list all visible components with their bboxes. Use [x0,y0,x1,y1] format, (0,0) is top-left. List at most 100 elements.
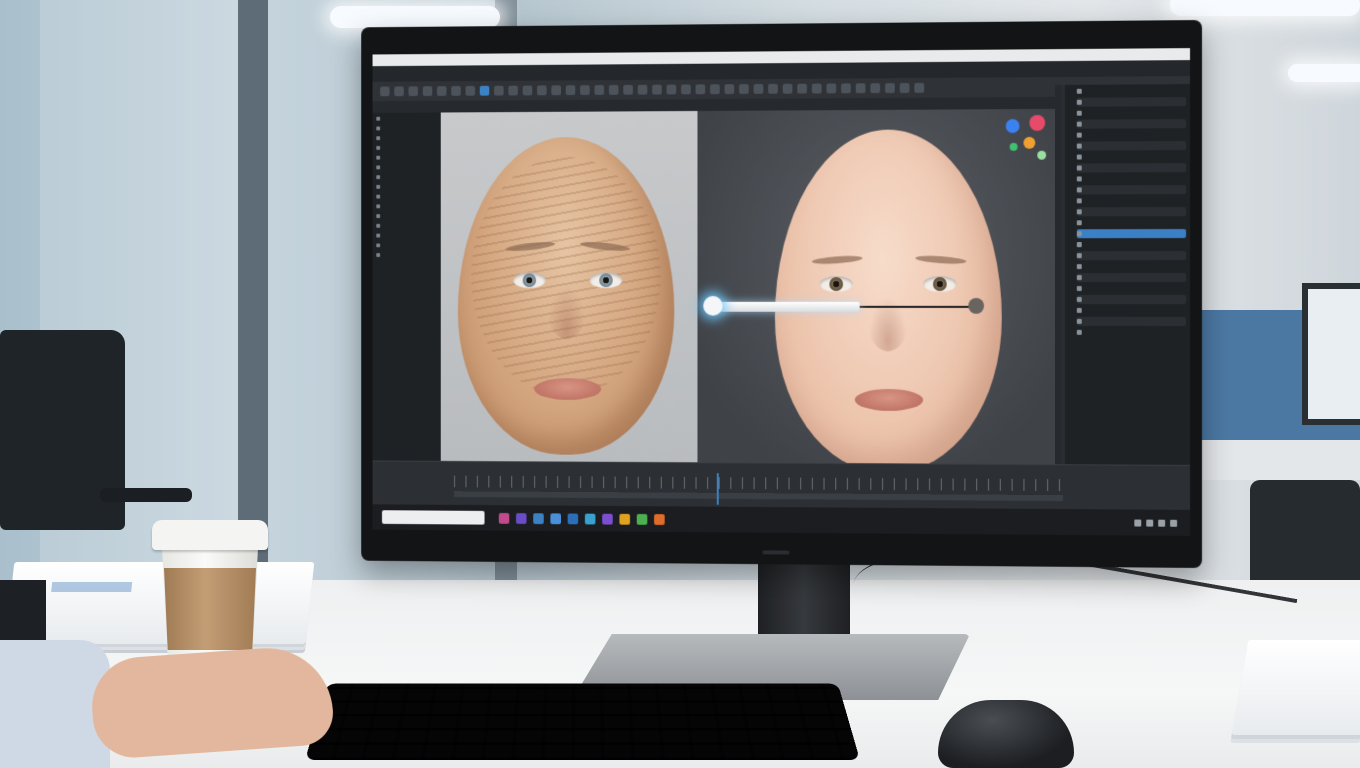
navigation-gizmo[interactable] [1002,114,1053,167]
tool-icon[interactable] [380,86,390,97]
visibility-eye-icon[interactable] [1076,176,1082,182]
visibility-eye-icon[interactable] [1076,187,1082,193]
visibility-eye-icon[interactable] [1076,121,1082,127]
outliner-row[interactable] [376,183,437,191]
tool-icon[interactable] [465,85,476,96]
property-row[interactable] [1076,163,1187,173]
tool-icon[interactable] [695,84,706,95]
visibility-eye-icon[interactable] [1076,209,1082,215]
tool-icon[interactable] [724,84,735,95]
tool-icon[interactable] [914,82,925,93]
outliner-row[interactable] [376,212,437,220]
property-row[interactable] [1076,316,1187,326]
property-row[interactable] [1076,97,1187,107]
tool-icon[interactable] [811,83,822,94]
property-row[interactable] [1076,218,1186,227]
property-row[interactable] [1076,273,1187,283]
tool-icon[interactable] [422,86,433,97]
property-row[interactable] [1076,207,1187,217]
visibility-eye-icon[interactable] [1076,242,1082,248]
tool-icon[interactable] [494,85,504,96]
outliner-row[interactable] [376,222,437,230]
tool-icon[interactable] [508,85,518,96]
property-row[interactable] [1076,196,1186,205]
tool-icon[interactable] [826,83,837,94]
tool-icon[interactable] [408,86,418,97]
property-row[interactable] [1076,152,1186,161]
outliner-row[interactable] [376,251,437,259]
property-row[interactable] [1076,119,1187,129]
tool-icon[interactable] [551,85,561,96]
property-row[interactable] [1076,240,1186,249]
aged-face-model[interactable] [457,136,675,456]
property-row[interactable] [1076,328,1186,337]
visibility-eye-icon[interactable] [1076,88,1082,94]
tool-icon[interactable] [479,85,490,96]
outliner-row[interactable] [376,134,437,142]
outliner-row[interactable] [376,114,437,122]
taskbar-app-icon[interactable] [516,512,527,524]
visibility-eye-icon[interactable] [1076,329,1082,335]
visibility-eye-icon[interactable] [1076,165,1082,171]
tool-icon[interactable] [637,84,648,95]
morph-slider-end-handle[interactable] [968,297,985,314]
taskbar-app-icon[interactable] [567,512,579,524]
tool-icon[interactable] [885,83,895,94]
tray-icon[interactable] [1134,519,1142,527]
timeline-track[interactable] [454,491,1063,502]
tool-icon[interactable] [782,83,793,94]
tool-icon[interactable] [565,85,576,96]
outliner-row[interactable] [376,193,437,201]
tool-icon[interactable] [710,84,720,95]
outliner-row[interactable] [376,124,437,132]
tool-icon[interactable] [451,86,461,96]
tool-icon[interactable] [666,84,677,95]
outliner-row[interactable] [376,154,437,162]
tool-icon[interactable] [739,84,749,94]
visibility-eye-icon[interactable] [1076,198,1082,204]
property-row[interactable] [1076,174,1186,183]
property-row[interactable] [1076,284,1186,293]
visibility-eye-icon[interactable] [1076,318,1082,324]
tool-icon[interactable] [797,83,807,94]
property-row[interactable] [1076,294,1187,304]
taskbar-app-icon[interactable] [550,512,561,524]
tool-icon[interactable] [608,84,619,95]
visibility-eye-icon[interactable] [1076,296,1082,302]
visibility-eye-icon[interactable] [1076,231,1082,237]
visibility-eye-icon[interactable] [1076,307,1082,313]
visibility-eye-icon[interactable] [1076,286,1082,292]
tool-icon[interactable] [623,84,633,95]
timeline-playhead[interactable] [716,473,719,505]
tool-icon[interactable] [855,83,866,94]
taskbar-app-icon[interactable] [602,513,613,525]
tool-icon[interactable] [841,83,851,94]
keyboard[interactable] [305,683,860,760]
property-row[interactable] [1076,108,1186,118]
tool-icon[interactable] [681,84,691,95]
tool-icon[interactable] [652,84,662,95]
tool-icon[interactable] [436,86,447,96]
visibility-eye-icon[interactable] [1076,253,1082,259]
property-row[interactable] [1076,130,1186,140]
taskbar-app-icon[interactable] [636,513,648,525]
taskbar-app-icon[interactable] [584,513,596,524]
outliner-row[interactable] [376,163,437,171]
timeline[interactable] [372,460,1191,510]
morph-slider-handle[interactable] [703,295,723,316]
outliner-row[interactable] [376,144,437,152]
outliner-row[interactable] [376,241,437,249]
outliner-row[interactable] [376,173,437,181]
property-row[interactable] [1076,251,1187,261]
tool-icon[interactable] [522,85,533,96]
outliner-row[interactable] [376,202,437,210]
visibility-eye-icon[interactable] [1076,132,1082,138]
property-row[interactable] [1076,86,1186,96]
taskbar-app-icon[interactable] [654,513,665,525]
computer-mouse[interactable] [938,700,1074,768]
visibility-eye-icon[interactable] [1076,143,1082,149]
taskbar-app-icon[interactable] [498,512,510,524]
taskbar-app-icon[interactable] [533,512,544,524]
visibility-eye-icon[interactable] [1076,154,1082,160]
tray-icon[interactable] [1146,519,1154,527]
